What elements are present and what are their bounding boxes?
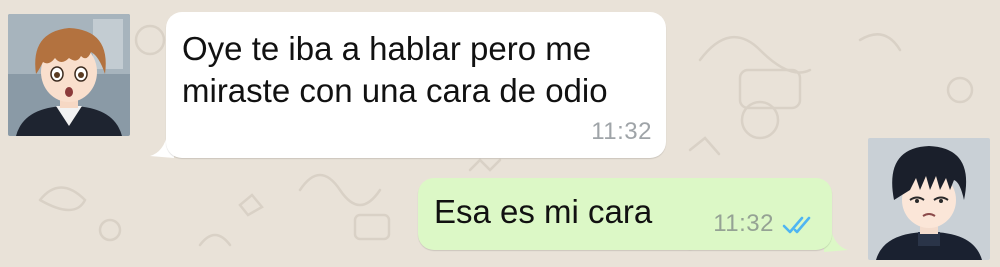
incoming-message-bubble[interactable]: Oye te iba a hablar pero me miraste con … — [166, 12, 666, 158]
sender-avatar-image — [8, 14, 130, 136]
message-timestamp: 11:32 — [713, 210, 774, 237]
message-text: Oye te iba a hablar pero me miraste con … — [182, 30, 608, 109]
anime-boy-black-hair-avatar[interactable] — [868, 138, 990, 260]
user-avatar-image — [868, 138, 990, 260]
message-timestamp: 11:32 — [591, 118, 652, 145]
message-text: Esa es mi cara — [434, 193, 653, 230]
double-check-icon — [782, 216, 811, 234]
anime-boy-brown-hair-avatar[interactable] — [8, 14, 130, 136]
outgoing-message-bubble[interactable]: Esa es mi cara 11:32 — [418, 178, 832, 250]
